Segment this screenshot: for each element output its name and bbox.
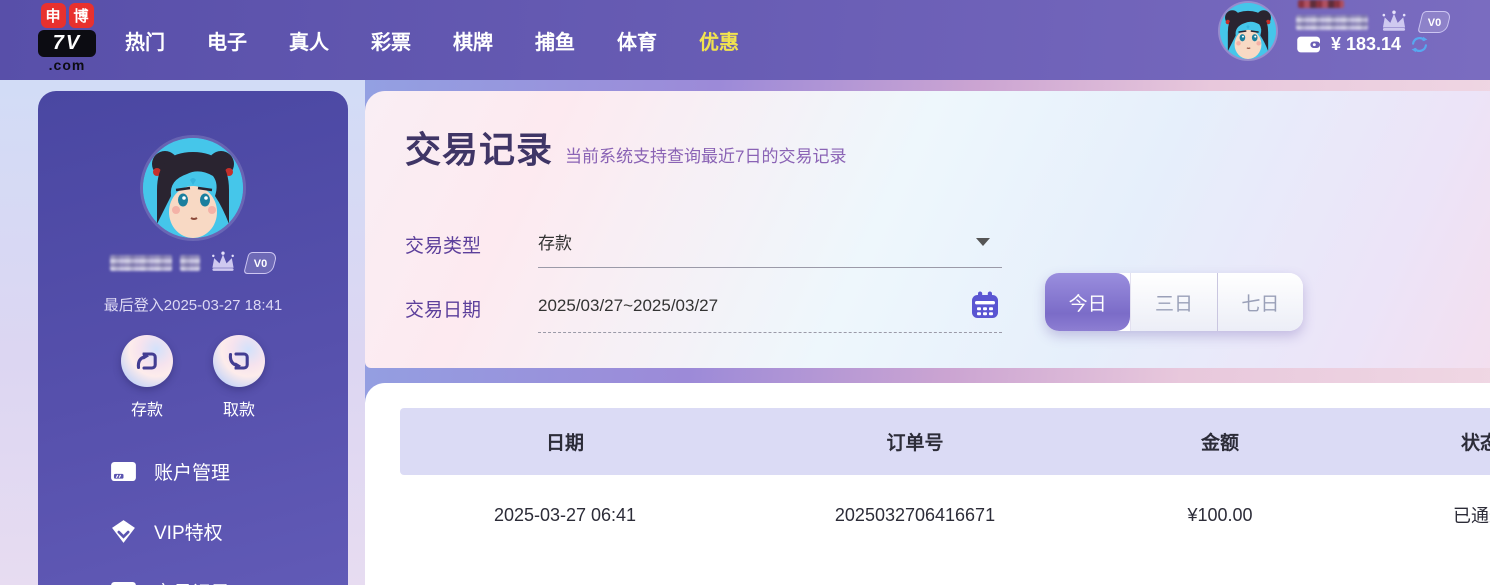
vip-crown-icon xyxy=(1382,10,1406,31)
col-header-orderno: 订单号 xyxy=(886,433,944,454)
main-nav: 热门 电子 真人 彩票 棋牌 捕鱼 体育 优惠 xyxy=(122,0,742,80)
user-area: V0 ¥ 183.14 xyxy=(1220,0,1490,80)
sidebar-item-label: VIP特权 xyxy=(154,522,223,544)
vip-level-badge: V0 xyxy=(1417,11,1453,33)
sidebar-item-label: 交易记录 xyxy=(154,578,230,585)
records-icon xyxy=(111,581,136,585)
cell-orderno: 2025032706416671 xyxy=(834,504,996,525)
top-navbar: 申 博 7V .com 热门 电子 真人 彩票 棋牌 捕鱼 体育 优惠 V0 ¥… xyxy=(0,0,1490,80)
avatar[interactable] xyxy=(1220,3,1276,59)
page-subtitle: 当前系统支持查询最近7日的交易记录 xyxy=(565,147,847,166)
logo-tld: .com xyxy=(48,57,86,73)
calendar-icon[interactable] xyxy=(970,290,1000,320)
nav-item-sports[interactable]: 体育 xyxy=(614,22,660,59)
col-header-status: 状态 xyxy=(1460,433,1490,454)
title-row: 交易记录 当前系统支持查询最近7日的交易记录 xyxy=(405,121,846,173)
deposit-label: 存款 xyxy=(130,402,163,419)
nav-item-promos[interactable]: 优惠 xyxy=(696,22,742,59)
transaction-type-select[interactable]: 存款 xyxy=(538,216,1002,268)
nav-item-lottery[interactable]: 彩票 xyxy=(368,22,414,59)
table-row: 2025-03-27 06:41 2025032706416671 ¥100.0… xyxy=(400,475,1490,555)
cell-status: 已通过 xyxy=(1453,506,1490,526)
sidebar-menu: 账户管理 VIP特权 交易记录 xyxy=(110,456,330,585)
transaction-date-input[interactable]: 2025/03/27~2025/03/27 xyxy=(538,279,1002,333)
nav-item-cards[interactable]: 棋牌 xyxy=(450,22,496,59)
avatar-illustration xyxy=(1220,3,1276,59)
transaction-date-value: 2025/03/27~2025/03/27 xyxy=(538,295,719,315)
sidebar-item-transactions[interactable]: 交易记录 xyxy=(110,576,330,585)
quick-actions: 存款 取款 xyxy=(38,335,348,420)
deposit-button[interactable]: 存款 xyxy=(115,335,179,420)
tab-three-days[interactable]: 三日 xyxy=(1130,273,1218,331)
page-background: 交易记录 当前系统支持查询最近7日的交易记录 交易类型 存款 交易日期 2025… xyxy=(0,80,1490,585)
date-range-tabs: 今日 三日 七日 xyxy=(1045,273,1303,331)
nav-item-slots[interactable]: 电子 xyxy=(204,22,250,59)
cell-amount: ¥100.00 xyxy=(1187,504,1253,525)
tab-today[interactable]: 今日 xyxy=(1045,273,1131,331)
bank-card-icon xyxy=(111,461,136,481)
censored-username xyxy=(110,254,173,271)
logo-top-row: 申 博 xyxy=(38,3,96,28)
logo-name: 7V xyxy=(38,30,96,57)
app-window: 申 博 7V .com 热门 电子 真人 彩票 棋牌 捕鱼 体育 优惠 V0 ¥… xyxy=(0,0,1490,585)
sidebar-item-account[interactable]: 账户管理 xyxy=(110,456,330,486)
last-login-text: 最后登入2025-03-27 18:41 xyxy=(103,297,283,314)
user-identity: V0 xyxy=(38,251,348,274)
brand-logo[interactable]: 申 博 7V .com xyxy=(38,3,96,73)
vip-level-badge: V0 xyxy=(243,251,279,274)
content-column: 交易记录 当前系统支持查询最近7日的交易记录 交易类型 存款 交易日期 2025… xyxy=(365,80,1490,585)
user-identity[interactable]: V0 xyxy=(1296,10,1453,34)
transaction-type-label: 交易类型 xyxy=(405,236,482,257)
withdraw-label: 取款 xyxy=(222,402,255,419)
transaction-table-card: 日期 订单号 金额 状态 2025-03-27 06:41 2025032706… xyxy=(365,383,1490,585)
sidebar: V0 最后登入2025-03-27 18:41 存款 取款 账户管理 VIP特权 xyxy=(38,91,348,585)
chevron-down-icon[interactable] xyxy=(976,238,990,246)
avatar-illustration xyxy=(143,138,243,238)
col-header-amount: 金额 xyxy=(1200,433,1239,454)
avatar[interactable] xyxy=(143,138,243,238)
logo-square-2: 博 xyxy=(68,3,94,28)
deposit-icon xyxy=(121,335,173,387)
nav-item-live[interactable]: 真人 xyxy=(286,22,332,59)
logo-square-1: 申 xyxy=(40,3,66,28)
balance-bar: ¥ 183.14 xyxy=(1296,34,1430,55)
cell-date: 2025-03-27 06:41 xyxy=(493,504,637,525)
transaction-type-value: 存款 xyxy=(538,234,572,253)
censored-username xyxy=(1296,14,1368,30)
refresh-icon[interactable] xyxy=(1409,34,1430,55)
withdraw-button[interactable]: 取款 xyxy=(207,335,271,420)
transaction-date-label: 交易日期 xyxy=(405,300,482,321)
balance-amount: ¥ 183.14 xyxy=(1331,34,1402,54)
vip-diamond-icon xyxy=(112,519,135,543)
wallet-icon xyxy=(1297,36,1320,53)
tab-seven-days[interactable]: 七日 xyxy=(1217,273,1303,331)
table-header-row: 日期 订单号 金额 状态 xyxy=(400,408,1490,475)
page-title: 交易记录 xyxy=(405,129,554,170)
sidebar-item-vip[interactable]: VIP特权 xyxy=(110,516,330,546)
nav-item-fishing[interactable]: 捕鱼 xyxy=(532,22,578,59)
vip-crown-icon xyxy=(212,251,235,271)
transaction-filter-card: 交易记录 当前系统支持查询最近7日的交易记录 交易类型 存款 交易日期 2025… xyxy=(365,91,1490,368)
withdraw-icon xyxy=(213,335,265,387)
sidebar-item-label: 账户管理 xyxy=(154,462,231,484)
nav-item-hot[interactable]: 热门 xyxy=(122,22,168,59)
censored-text xyxy=(1298,0,1344,8)
col-header-date: 日期 xyxy=(545,433,584,454)
censored-username-suffix xyxy=(180,254,201,271)
